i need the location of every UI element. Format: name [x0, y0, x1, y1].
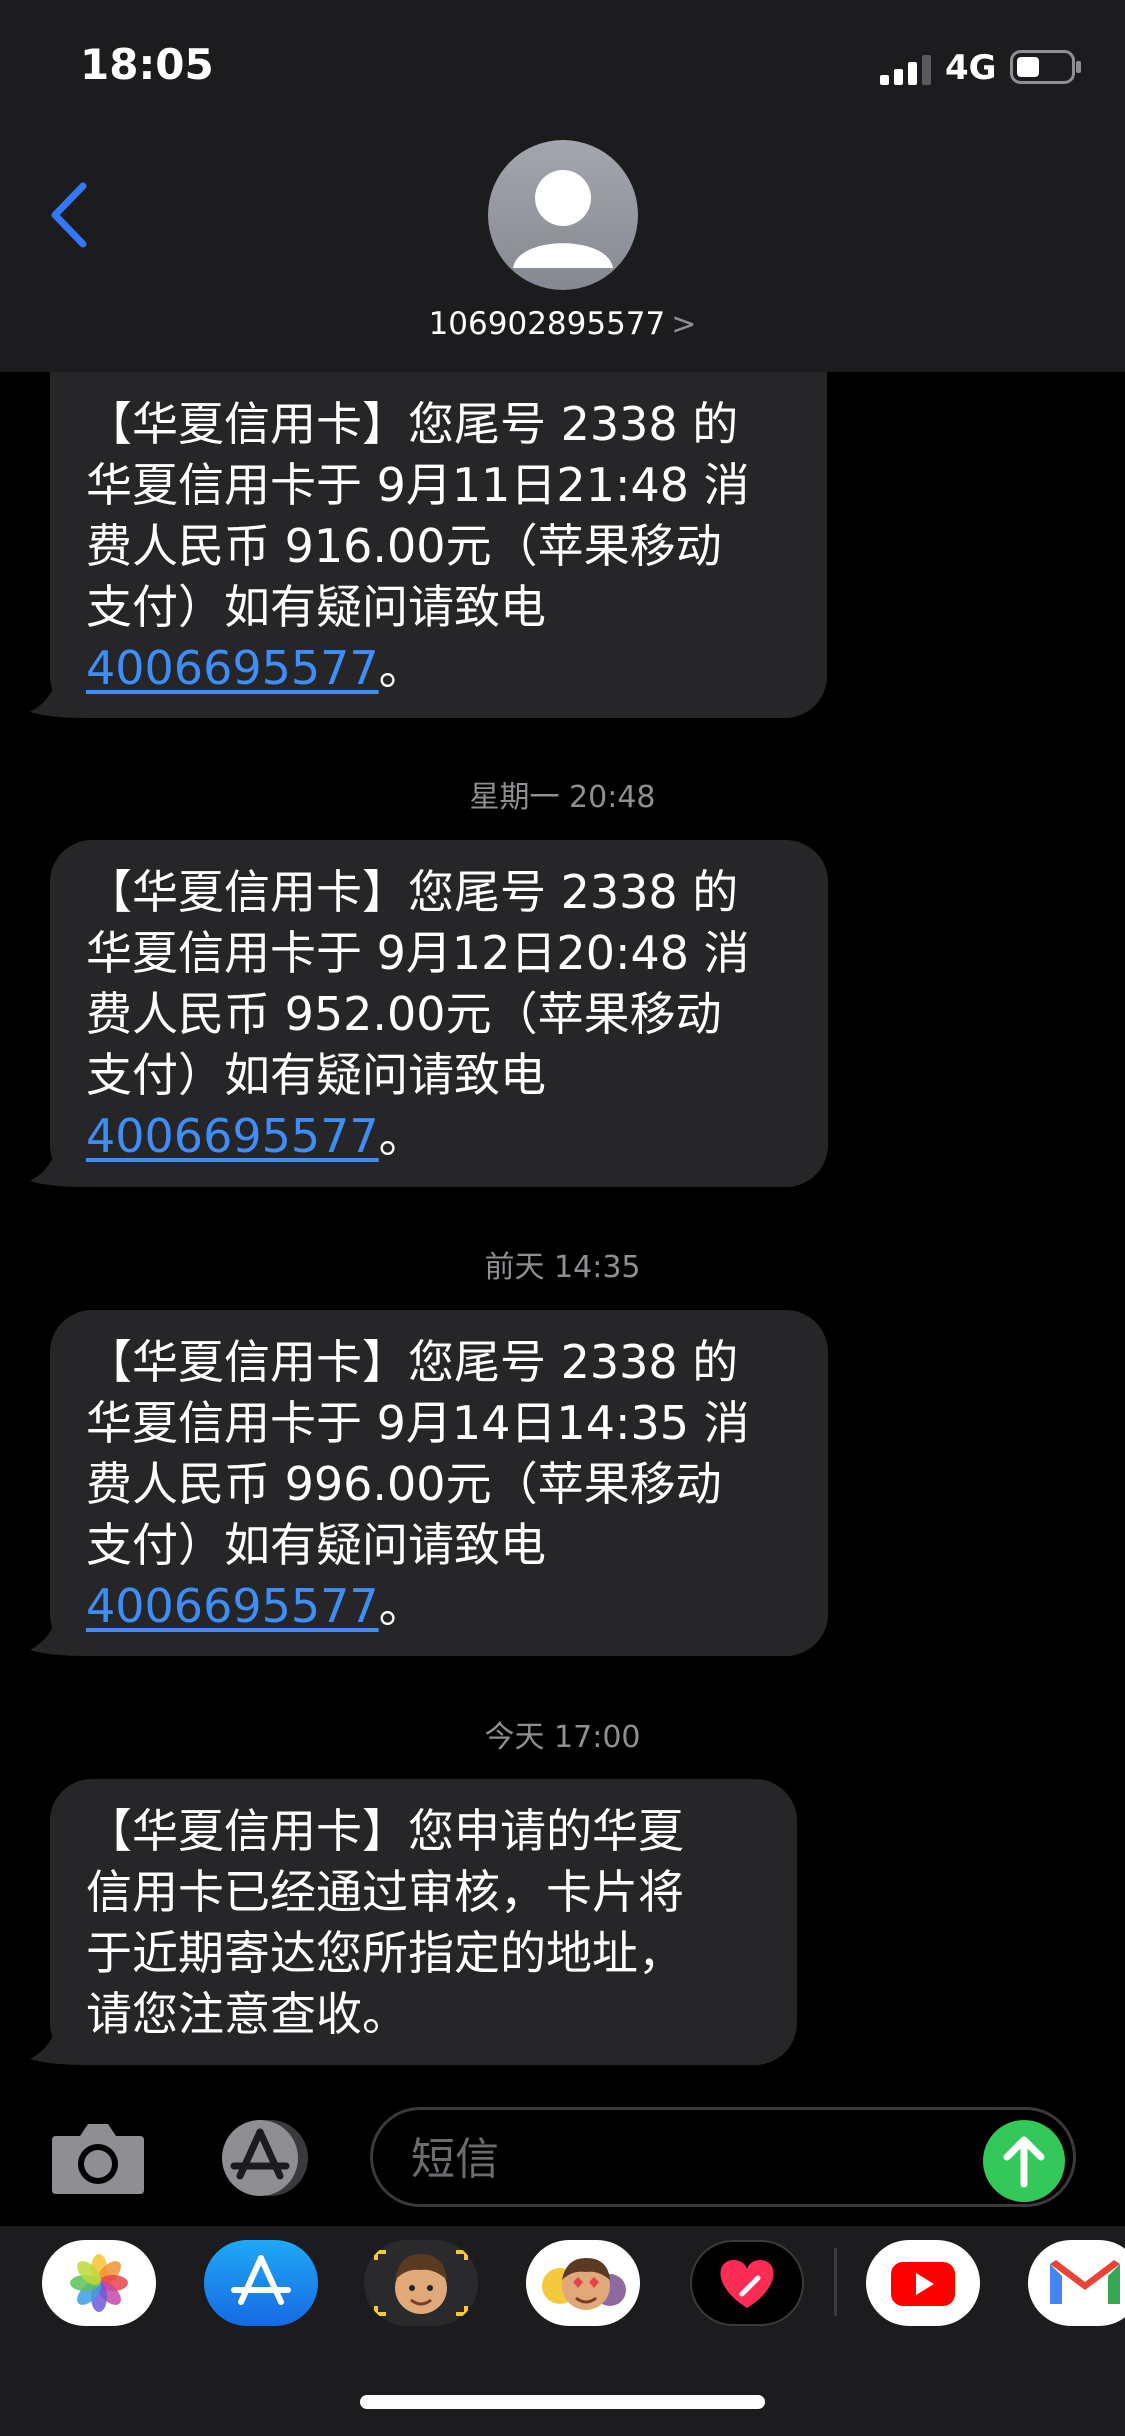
battery-icon [1010, 50, 1081, 84]
message-text-end: 。 [378, 641, 425, 695]
message-timestamp: 星期一 20:48 [469, 780, 656, 815]
message-text: 【华夏信用卡】您尾号 2338 的 华夏信用卡于 9月11日21:48 消 费人… [86, 397, 750, 634]
message-text: 【华夏信用卡】您尾号 2338 的 华夏信用卡于 9月14日14:35 消 费人… [86, 1335, 750, 1572]
message-text-end: 。 [378, 1109, 425, 1163]
back-chevron-icon[interactable] [45, 180, 95, 250]
app-store-icon[interactable] [204, 2240, 318, 2326]
memoji-icon[interactable] [364, 2240, 478, 2326]
message-bubble[interactable]: 【华夏信用卡】您申请的华夏 信用卡已经通过审核，卡片将 于近期寄达您所指定的地址… [50, 1779, 797, 2065]
send-button[interactable] [983, 2120, 1065, 2202]
message-text: 【华夏信用卡】您尾号 2338 的 华夏信用卡于 9月12日20:48 消 费人… [86, 865, 750, 1102]
cellular-signal-icon [880, 55, 931, 85]
phone-link[interactable]: 4006695577 [86, 1109, 379, 1163]
network-type: 4G [945, 48, 997, 88]
phone-link[interactable]: 4006695577 [86, 641, 379, 695]
message-input-field[interactable] [370, 2107, 1076, 2207]
app-store-button-icon[interactable] [210, 2118, 320, 2198]
message-text: 【华夏信用卡】您申请的华夏 信用卡已经通过审核，卡片将 于近期寄达您所指定的地址… [86, 1804, 684, 2041]
status-time: 18:05 [80, 40, 214, 89]
contact-avatar[interactable] [488, 140, 638, 290]
message-text-end: 。 [378, 1579, 425, 1633]
animoji-icon[interactable] [526, 2240, 640, 2326]
tray-divider [834, 2248, 837, 2316]
camera-icon[interactable] [50, 2118, 146, 2196]
message-timestamp: 前天 14:35 [484, 1250, 641, 1285]
phone-link[interactable]: 4006695577 [86, 1579, 379, 1633]
person-icon [513, 170, 613, 268]
contact-name[interactable]: 106902895577 > [0, 306, 1125, 342]
message-input[interactable] [409, 2128, 933, 2190]
message-bubble[interactable]: 【华夏信用卡】您尾号 2338 的 华夏信用卡于 9月11日21:48 消 费人… [50, 372, 827, 718]
contact-number: 106902895577 [428, 306, 666, 342]
message-timestamp: 今天 17:00 [484, 1720, 641, 1755]
arrow-up-icon [1003, 2136, 1045, 2188]
digital-touch-icon[interactable] [690, 2240, 804, 2326]
home-indicator[interactable] [360, 2395, 765, 2409]
photos-icon[interactable] [42, 2240, 156, 2326]
gmail-icon[interactable] [1028, 2240, 1125, 2326]
chevron-right-icon: > [671, 307, 697, 342]
message-bubble[interactable]: 【华夏信用卡】您尾号 2338 的 华夏信用卡于 9月12日20:48 消 费人… [50, 840, 828, 1187]
message-bubble[interactable]: 【华夏信用卡】您尾号 2338 的 华夏信用卡于 9月14日14:35 消 费人… [50, 1310, 828, 1656]
youtube-icon[interactable] [866, 2240, 980, 2326]
